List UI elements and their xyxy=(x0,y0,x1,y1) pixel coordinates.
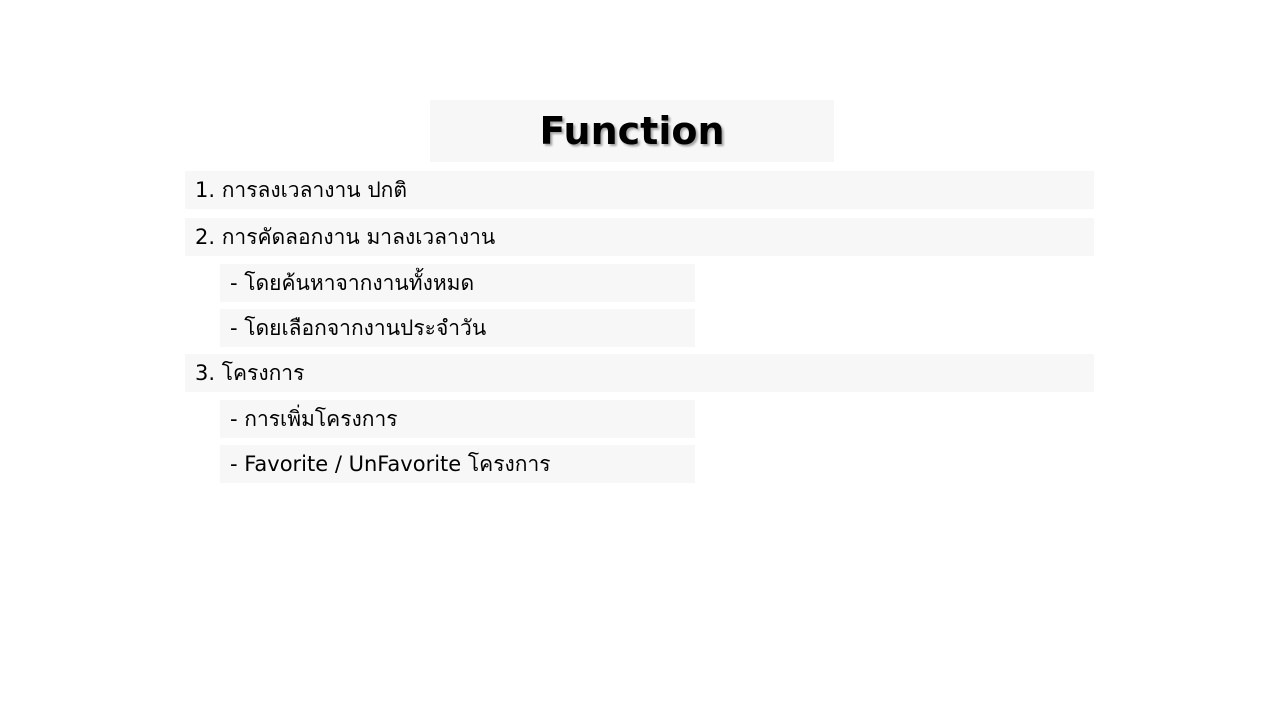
sub-item-favorite: - Favorite / UnFavorite โครงการ xyxy=(220,445,695,483)
list-item-text: 3. โครงการ xyxy=(195,360,305,385)
list-item-3: 3. โครงการ xyxy=(185,354,1094,392)
sub-item-text: - การเพิ่มโครงการ xyxy=(230,406,398,431)
sub-item-text: - โดยค้นหาจากงานทั้งหมด xyxy=(230,270,475,295)
slide: Function 1. การลงเวลางาน ปกติ 2. การคัดล… xyxy=(0,0,1280,720)
list-item-1: 1. การลงเวลางาน ปกติ xyxy=(185,171,1094,209)
sub-item-daily: - โดยเลือกจากงานประจำวัน xyxy=(220,309,695,347)
sub-item-add-project: - การเพิ่มโครงการ xyxy=(220,400,695,438)
sub-item-text: - โดยเลือกจากงานประจำวัน xyxy=(230,315,487,340)
list-item-text: 1. การลงเวลางาน ปกติ xyxy=(195,177,408,202)
sub-item-text: - Favorite / UnFavorite โครงการ xyxy=(230,451,551,476)
sub-item-search-all: - โดยค้นหาจากงานทั้งหมด xyxy=(220,264,695,302)
list-item-text: 2. การคัดลอกงาน มาลงเวลางาน xyxy=(195,224,496,249)
title-box: Function xyxy=(430,100,834,162)
list-item-2: 2. การคัดลอกงาน มาลงเวลางาน xyxy=(185,218,1094,256)
slide-title: Function xyxy=(539,109,725,153)
